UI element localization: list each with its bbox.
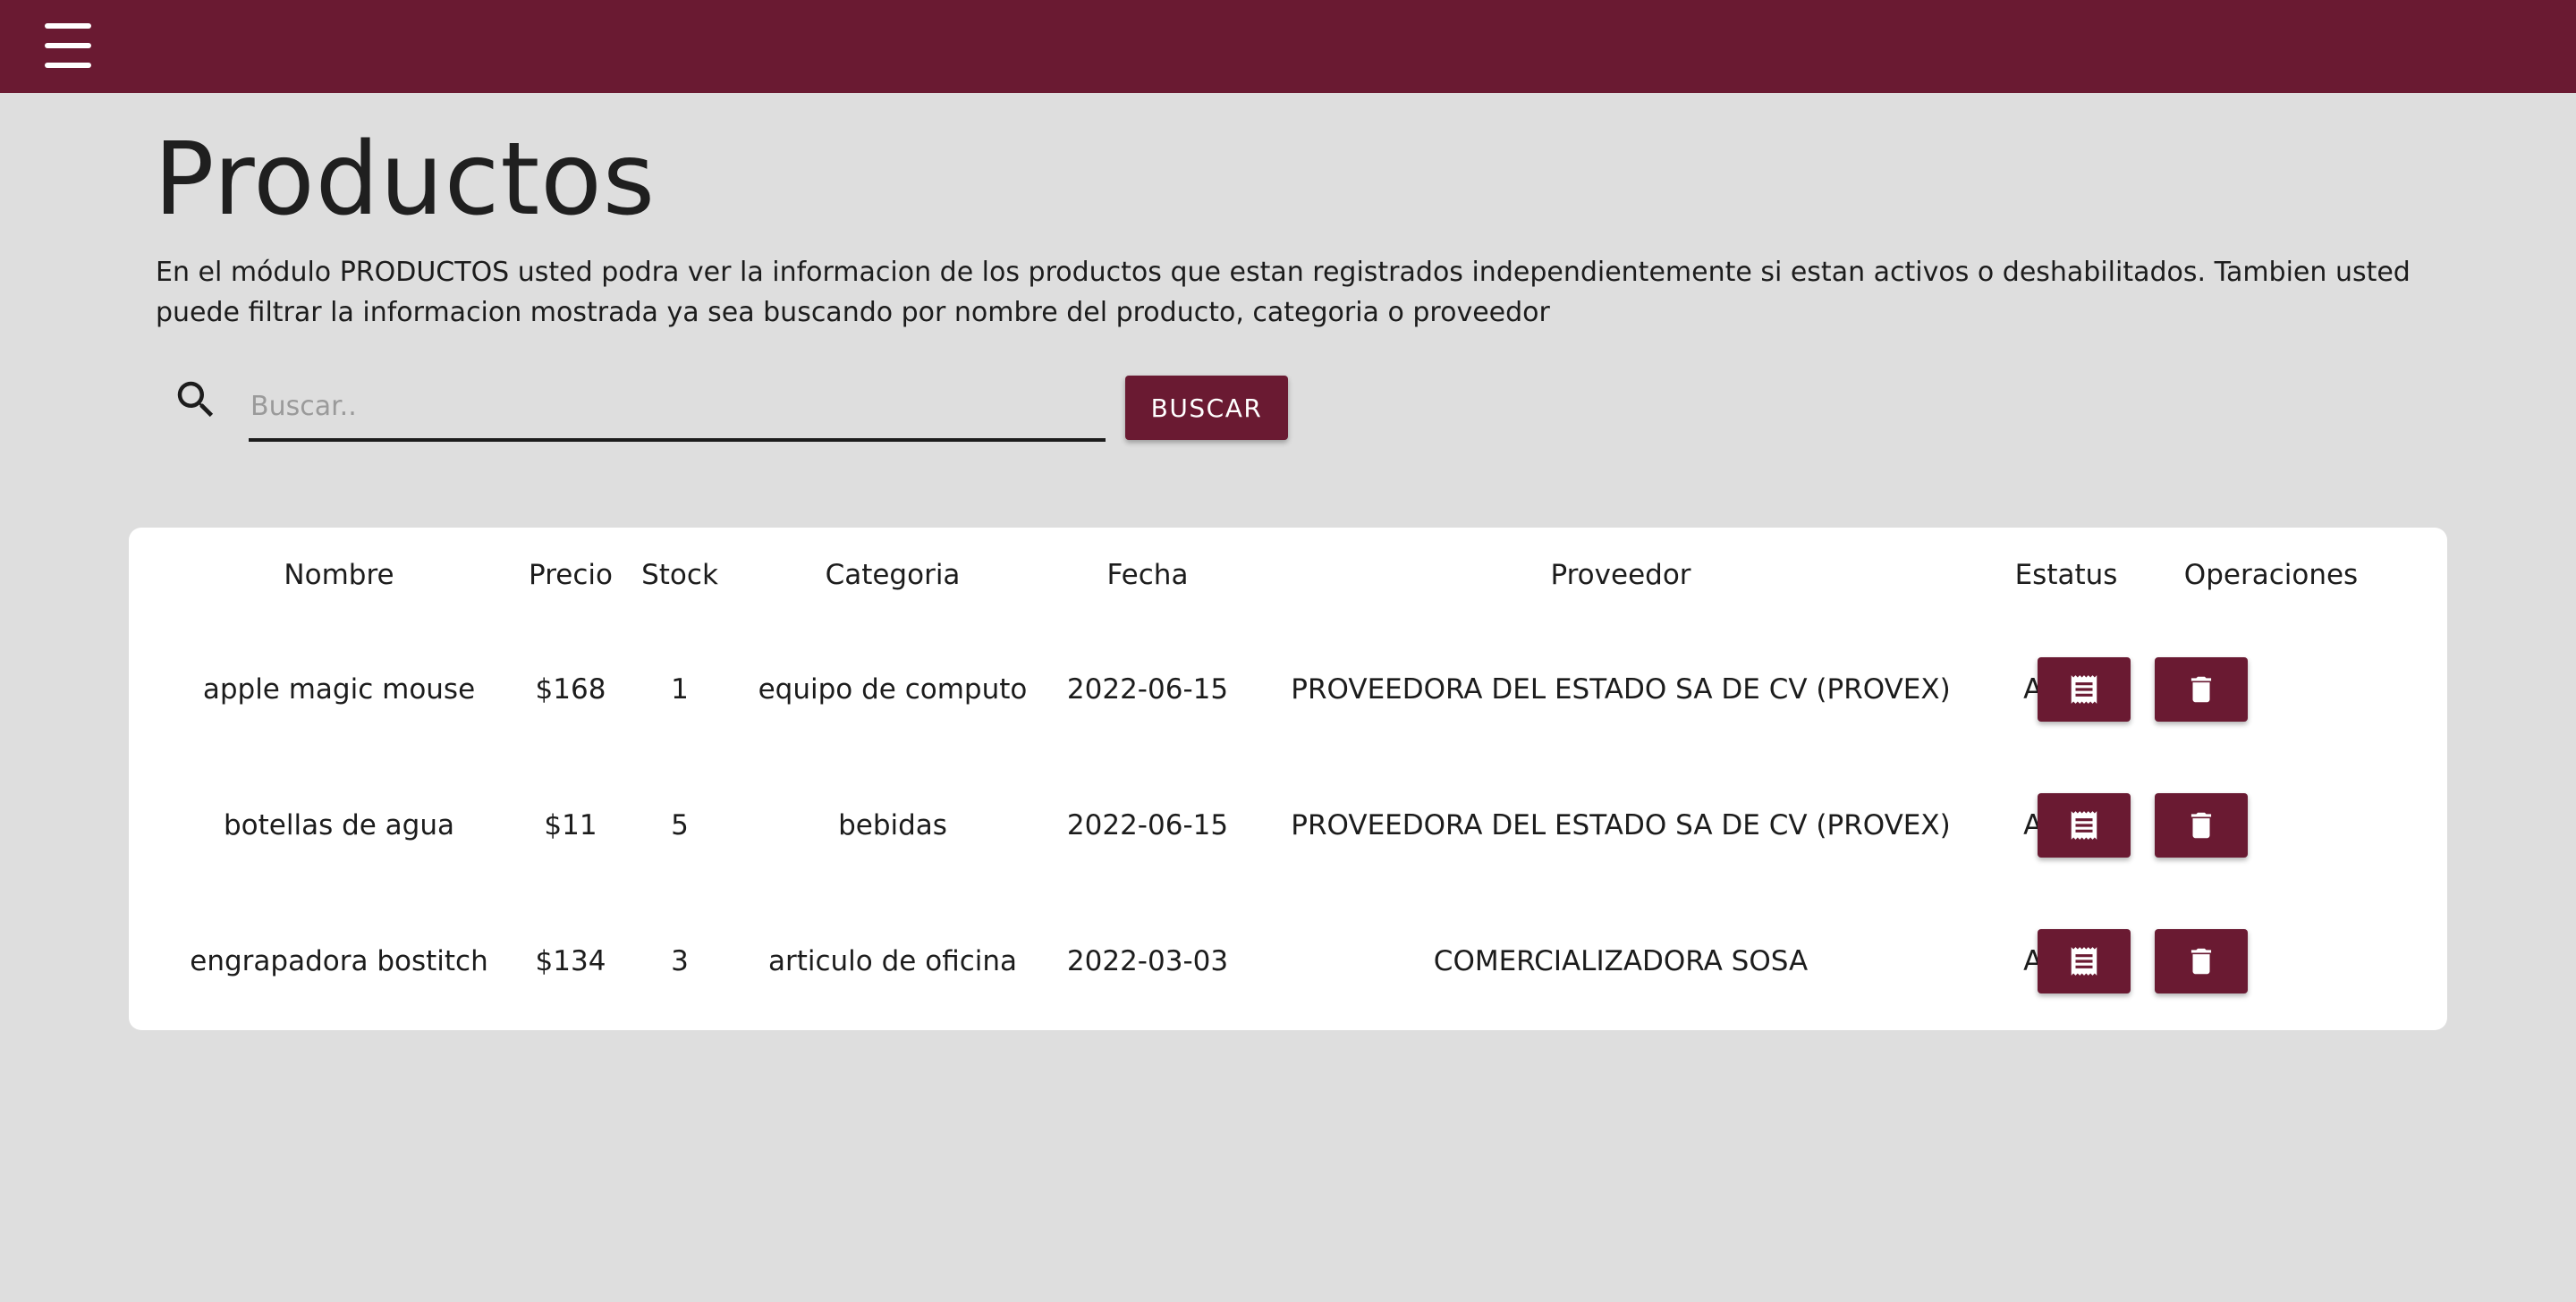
column-header-fecha: Fecha (1106, 559, 1189, 591)
cell-categoria: bebidas (838, 809, 947, 841)
cell-proveedor: PROVEEDORA DEL ESTADO SA DE CV (PROVEX) (1291, 673, 1951, 706)
edit-button[interactable] (2038, 793, 2131, 858)
cell-fecha: 2022-06-15 (1066, 809, 1229, 841)
trash-icon (2184, 672, 2218, 706)
cell-nombre: botellas de agua (223, 809, 455, 841)
cell-categoria: equipo de computo (758, 673, 1028, 706)
edit-button[interactable] (2038, 657, 2131, 722)
cell-categoria: articulo de oficina (767, 945, 1018, 977)
cell-precio: $11 (544, 809, 597, 841)
cell-stock: 1 (671, 673, 689, 706)
search-input[interactable] (249, 374, 1106, 442)
cell-stock: 5 (671, 809, 689, 841)
cell-nombre: apple magic mouse (202, 673, 476, 706)
cell-proveedor: PROVEEDORA DEL ESTADO SA DE CV (PROVEX) (1291, 809, 1951, 841)
cell-nombre: engrapadora bostitch (190, 945, 488, 977)
cell-stock: 3 (671, 945, 689, 977)
cell-fecha: 2022-03-03 (1066, 945, 1229, 977)
search-icon (172, 376, 220, 424)
edit-button[interactable] (2038, 929, 2131, 993)
cell-fecha: 2022-06-15 (1066, 673, 1229, 706)
column-header-estatus: Estatus (2014, 559, 2118, 591)
hamburger-menu-icon[interactable] (41, 23, 95, 68)
delete-button[interactable] (2155, 793, 2248, 858)
column-header-proveedor: Proveedor (1550, 559, 1691, 591)
trash-icon (2184, 808, 2218, 842)
column-header-nombre: Nombre (284, 559, 394, 591)
receipt-icon (2067, 808, 2101, 842)
cell-proveedor: COMERCIALIZADORA SOSA (1433, 945, 1809, 977)
delete-button[interactable] (2155, 929, 2248, 993)
receipt-icon (2067, 672, 2101, 706)
products-table: Nombre Precio Stock Categoria Fecha Proveedor… (129, 528, 2447, 1030)
column-header-operaciones: Operaciones (2183, 559, 2359, 591)
cell-precio: $168 (535, 673, 606, 706)
delete-button[interactable] (2155, 657, 2248, 722)
cell-precio: $134 (535, 945, 606, 977)
search-button[interactable]: BUSCAR (1125, 376, 1288, 440)
page-description: En el módulo PRODUCTOS usted podra ver l… (156, 257, 2411, 328)
page-title: Productos (154, 122, 657, 238)
column-header-stock: Stock (641, 559, 718, 591)
top-app-bar (0, 0, 2576, 93)
column-header-categoria: Categoria (825, 559, 961, 591)
column-header-precio: Precio (529, 559, 613, 591)
receipt-icon (2067, 944, 2101, 978)
trash-icon (2184, 944, 2218, 978)
